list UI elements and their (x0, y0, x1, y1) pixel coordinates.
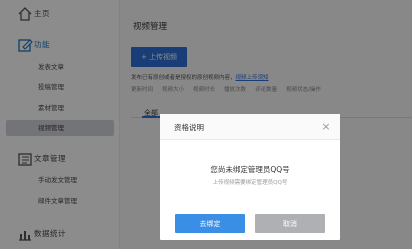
dialog-message: 您尚未绑定管理员QQ号 (210, 165, 290, 174)
qualification-dialog: 资格说明 × 您尚未绑定管理员QQ号 上传视频需要绑定管理员QQ号 去绑定 取消 (160, 114, 340, 240)
close-icon[interactable]: × (319, 120, 333, 134)
cancel-button[interactable]: 取消 (255, 214, 325, 233)
dialog-header: 资格说明 × (160, 114, 340, 140)
bind-button[interactable]: 去绑定 (175, 214, 245, 233)
dialog-sub-message: 上传视频需要绑定管理员QQ号 (212, 180, 288, 186)
dialog-title: 资格说明 (174, 123, 204, 132)
